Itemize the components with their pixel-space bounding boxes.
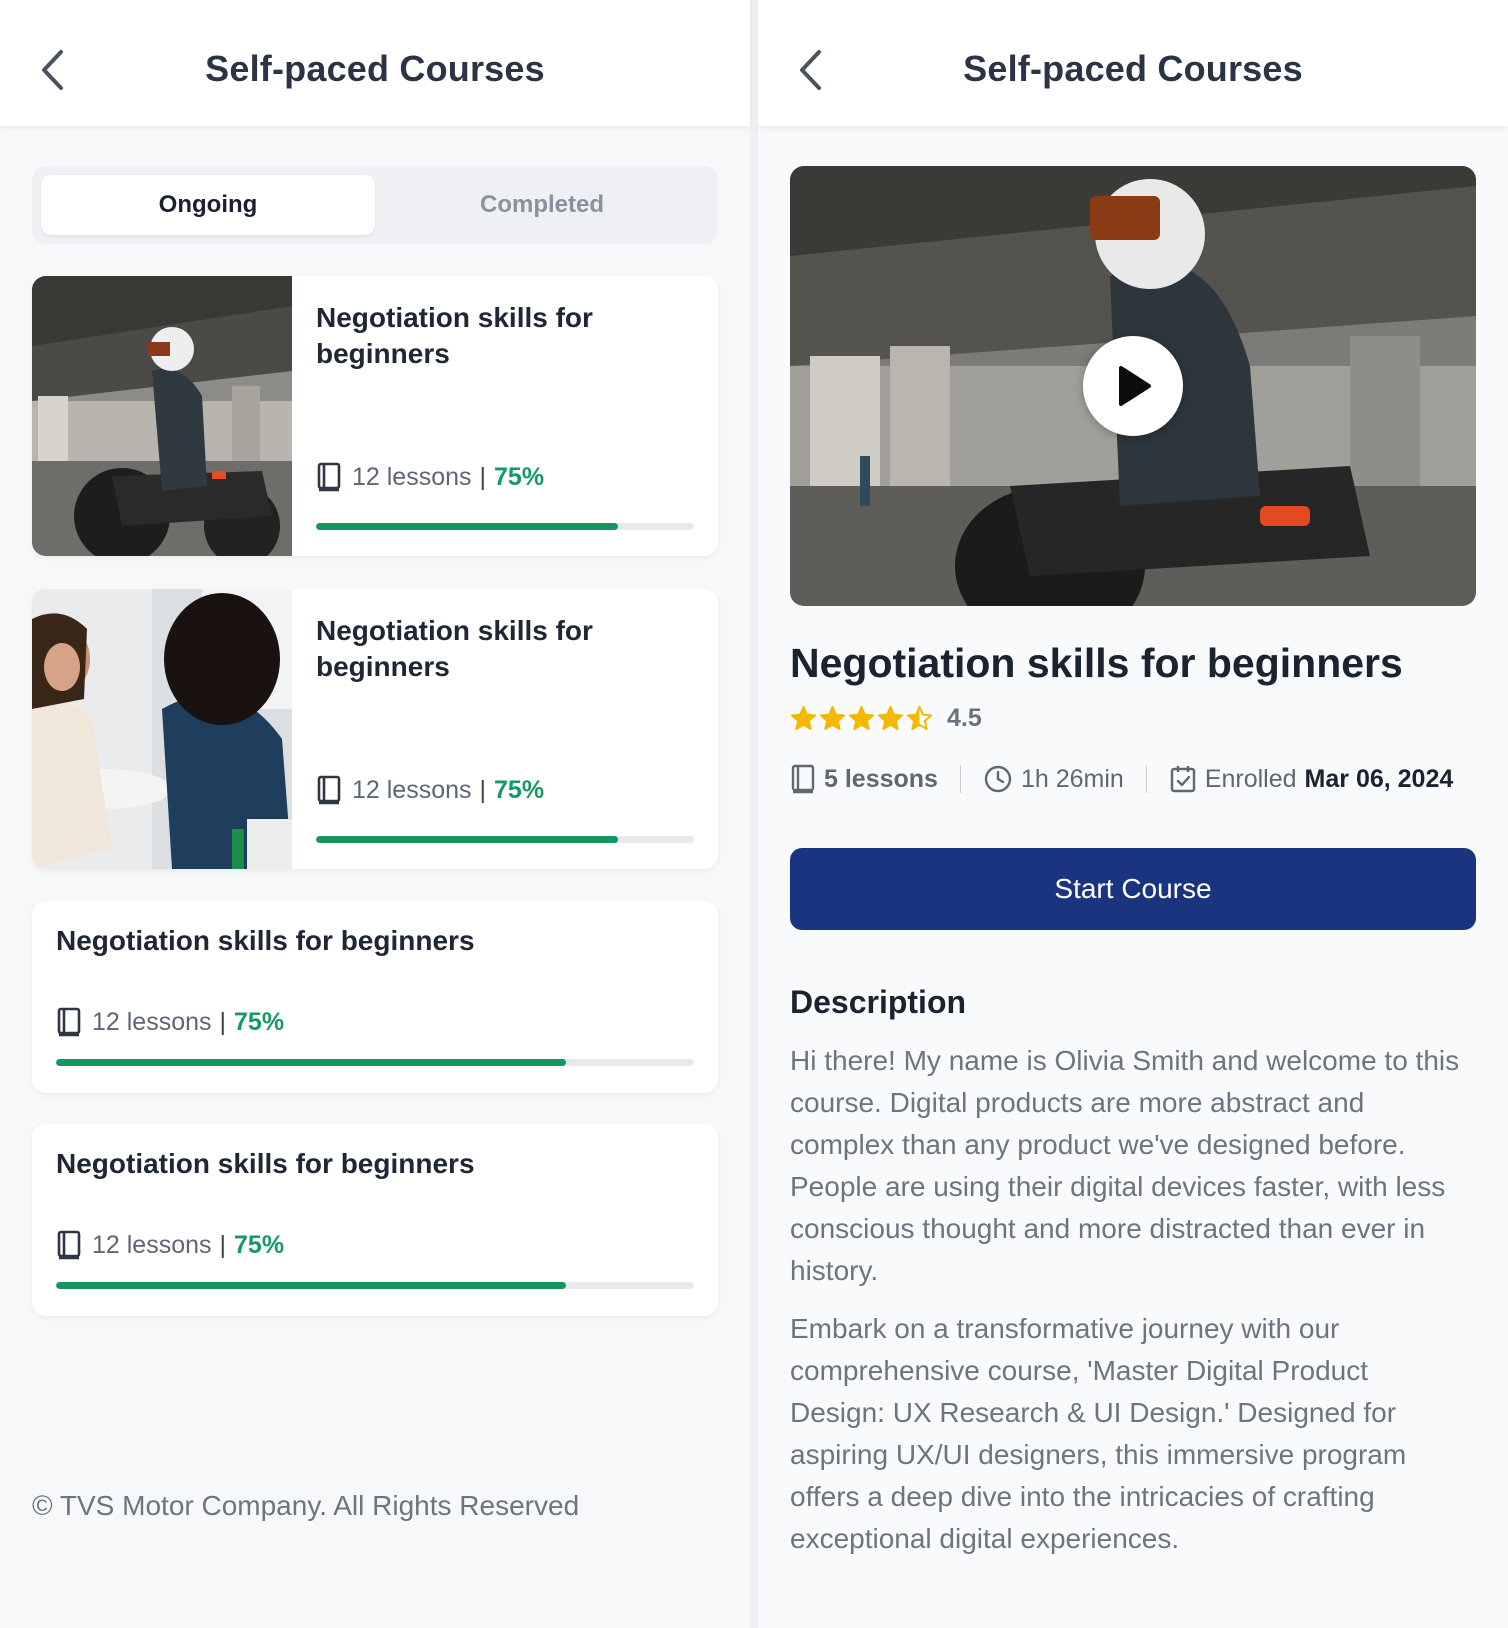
tab-completed[interactable]: Completed xyxy=(375,175,709,235)
enrolled-info: Enrolled Mar 06, 2024 xyxy=(1169,764,1453,794)
calendar-check-icon xyxy=(1170,766,1196,793)
course-title: Negotiation skills for beginners xyxy=(56,1148,475,1179)
app-header: Self-paced Courses xyxy=(0,0,750,126)
play-button[interactable] xyxy=(1083,336,1183,436)
book-icon xyxy=(57,1007,81,1037)
description-paragraph: Embark on a transformative journey with … xyxy=(790,1313,1407,1554)
motorcycle-rider-image xyxy=(32,276,292,556)
meta-separator: | xyxy=(479,775,487,804)
course-title: Negotiation skills for beginners xyxy=(316,615,593,682)
divider xyxy=(959,765,961,793)
lessons-count: 5 lessons xyxy=(824,764,938,793)
course-thumbnail xyxy=(32,589,292,869)
meta-separator: | xyxy=(219,1007,227,1036)
page-title: Self-paced Courses xyxy=(205,48,545,89)
rating-value: 4.5 xyxy=(947,704,982,732)
book-icon xyxy=(317,462,341,492)
progress-fill xyxy=(56,1059,567,1066)
course-thumbnail xyxy=(32,276,292,556)
lesson-count: 12 lessons xyxy=(352,775,472,804)
description-heading: Description xyxy=(790,984,967,1020)
progress-bar xyxy=(316,523,694,530)
meta-separator: | xyxy=(479,462,487,491)
duration: 1h 26min xyxy=(1020,764,1124,793)
lessons-info: 5 lessons xyxy=(790,764,938,794)
course-title: Negotiation skills for beginners xyxy=(316,302,593,369)
book-icon xyxy=(317,775,341,805)
progress-percent: 75% xyxy=(494,462,545,491)
course-rating: 4.5 xyxy=(790,704,982,733)
women-meeting-image xyxy=(32,589,292,869)
progress-bar xyxy=(56,1282,694,1289)
star-full-icon xyxy=(819,705,846,731)
progress-fill xyxy=(56,1282,567,1289)
book-icon xyxy=(791,764,815,794)
course-video[interactable] xyxy=(790,166,1476,606)
progress-bar xyxy=(316,836,694,843)
progress-fill xyxy=(316,836,619,843)
app-header: Self-paced Courses xyxy=(758,0,1508,126)
course-info: 5 lessons 1h 26min Enrolled Mar 06, 2024 xyxy=(790,764,1480,794)
star-half-icon xyxy=(906,705,933,731)
progress-bar xyxy=(56,1059,694,1066)
lesson-count: 12 lessons xyxy=(92,1230,212,1259)
lesson-count: 12 lessons xyxy=(92,1007,212,1036)
course-meta: 12 lessons | 75% xyxy=(316,462,544,492)
progress-percent: 75% xyxy=(234,1007,285,1036)
course-title: Negotiation skills for beginners xyxy=(56,925,475,956)
course-tabs: Ongoing Completed xyxy=(32,166,718,244)
enrolled-date: Mar 06, 2024 xyxy=(1304,764,1454,793)
play-icon xyxy=(1119,366,1151,406)
copyright-footer: © TVS Motor Company. All Rights Reserved xyxy=(32,1490,580,1521)
start-course-button[interactable]: Start Course xyxy=(790,848,1476,930)
progress-percent: 75% xyxy=(234,1230,285,1259)
course-card[interactable]: Negotiation skills for beginners 12 less… xyxy=(32,1124,718,1316)
divider xyxy=(1145,765,1147,793)
enrolled-label: Enrolled xyxy=(1204,764,1297,793)
course-meta: 12 lessons | 75% xyxy=(56,1007,284,1037)
progress-percent: 75% xyxy=(494,775,545,804)
course-meta: 12 lessons | 75% xyxy=(56,1230,284,1260)
page-title: Self-paced Courses xyxy=(963,48,1303,89)
description-paragraph: Hi there! My name is Olivia Smith and we… xyxy=(790,1045,1460,1286)
star-full-icon xyxy=(790,705,817,731)
progress-fill xyxy=(316,523,619,530)
duration-info: 1h 26min xyxy=(983,764,1124,794)
course-detail-screen: Self-paced Courses Negotiation skills fo… xyxy=(758,0,1508,1628)
lesson-count: 12 lessons xyxy=(352,462,472,491)
course-title: Negotiation skills for beginners xyxy=(790,640,1403,686)
rating-stars xyxy=(790,705,933,732)
star-full-icon xyxy=(848,705,875,731)
course-card[interactable]: Negotiation skills for beginners 12 less… xyxy=(32,589,718,869)
course-card[interactable]: Negotiation skills for beginners 12 less… xyxy=(32,276,718,556)
course-meta: 12 lessons | 75% xyxy=(316,775,544,805)
meta-separator: | xyxy=(219,1230,227,1259)
clock-icon xyxy=(984,765,1012,793)
book-icon xyxy=(57,1230,81,1260)
course-card[interactable]: Negotiation skills for beginners 12 less… xyxy=(32,901,718,1093)
tab-ongoing[interactable]: Ongoing xyxy=(41,175,375,235)
course-list-screen: Self-paced Courses Ongoing Completed Neg… xyxy=(0,0,750,1628)
star-full-icon xyxy=(877,705,904,731)
